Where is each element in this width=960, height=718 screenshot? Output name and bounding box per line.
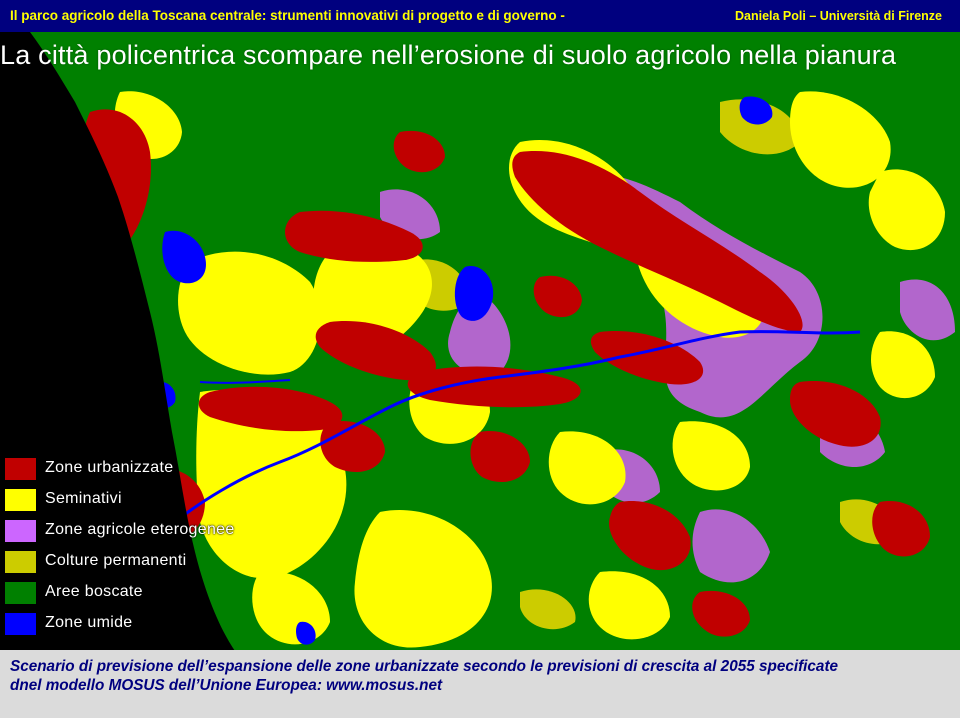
caption-line-1: Scenario di previsione dell’espansione d… (10, 658, 839, 675)
legend-swatch (5, 489, 36, 511)
header-bar: Il parco agricolo della Toscana centrale… (0, 0, 960, 32)
legend-label: Seminativi (45, 490, 122, 507)
header-title: Il parco agricolo della Toscana centrale… (10, 8, 565, 23)
legend-swatch (5, 458, 36, 480)
caption-line-2: dnel modello MOSUS dell’Unione Europea: … (10, 677, 443, 694)
legend-label: Aree boscate (45, 583, 143, 600)
legend-label: Colture permanenti (45, 552, 187, 569)
legend-label: Zone urbanizzate (45, 459, 174, 476)
legend-swatch (5, 520, 36, 542)
legend-label: Zone agricole eterogenee (45, 521, 235, 538)
legend-swatch (5, 613, 36, 635)
legend-swatch (5, 582, 36, 604)
legend-swatch (5, 551, 36, 573)
header-author: Daniela Poli – Università di Firenze (734, 9, 942, 23)
legend-label: Zone umide (45, 614, 133, 631)
map-headline: La città policentrica scompare nell’eros… (0, 40, 897, 70)
caption-box: Scenario di previsione dell’espansione d… (0, 650, 960, 718)
slide: Il parco agricolo della Toscana centrale… (0, 0, 960, 718)
